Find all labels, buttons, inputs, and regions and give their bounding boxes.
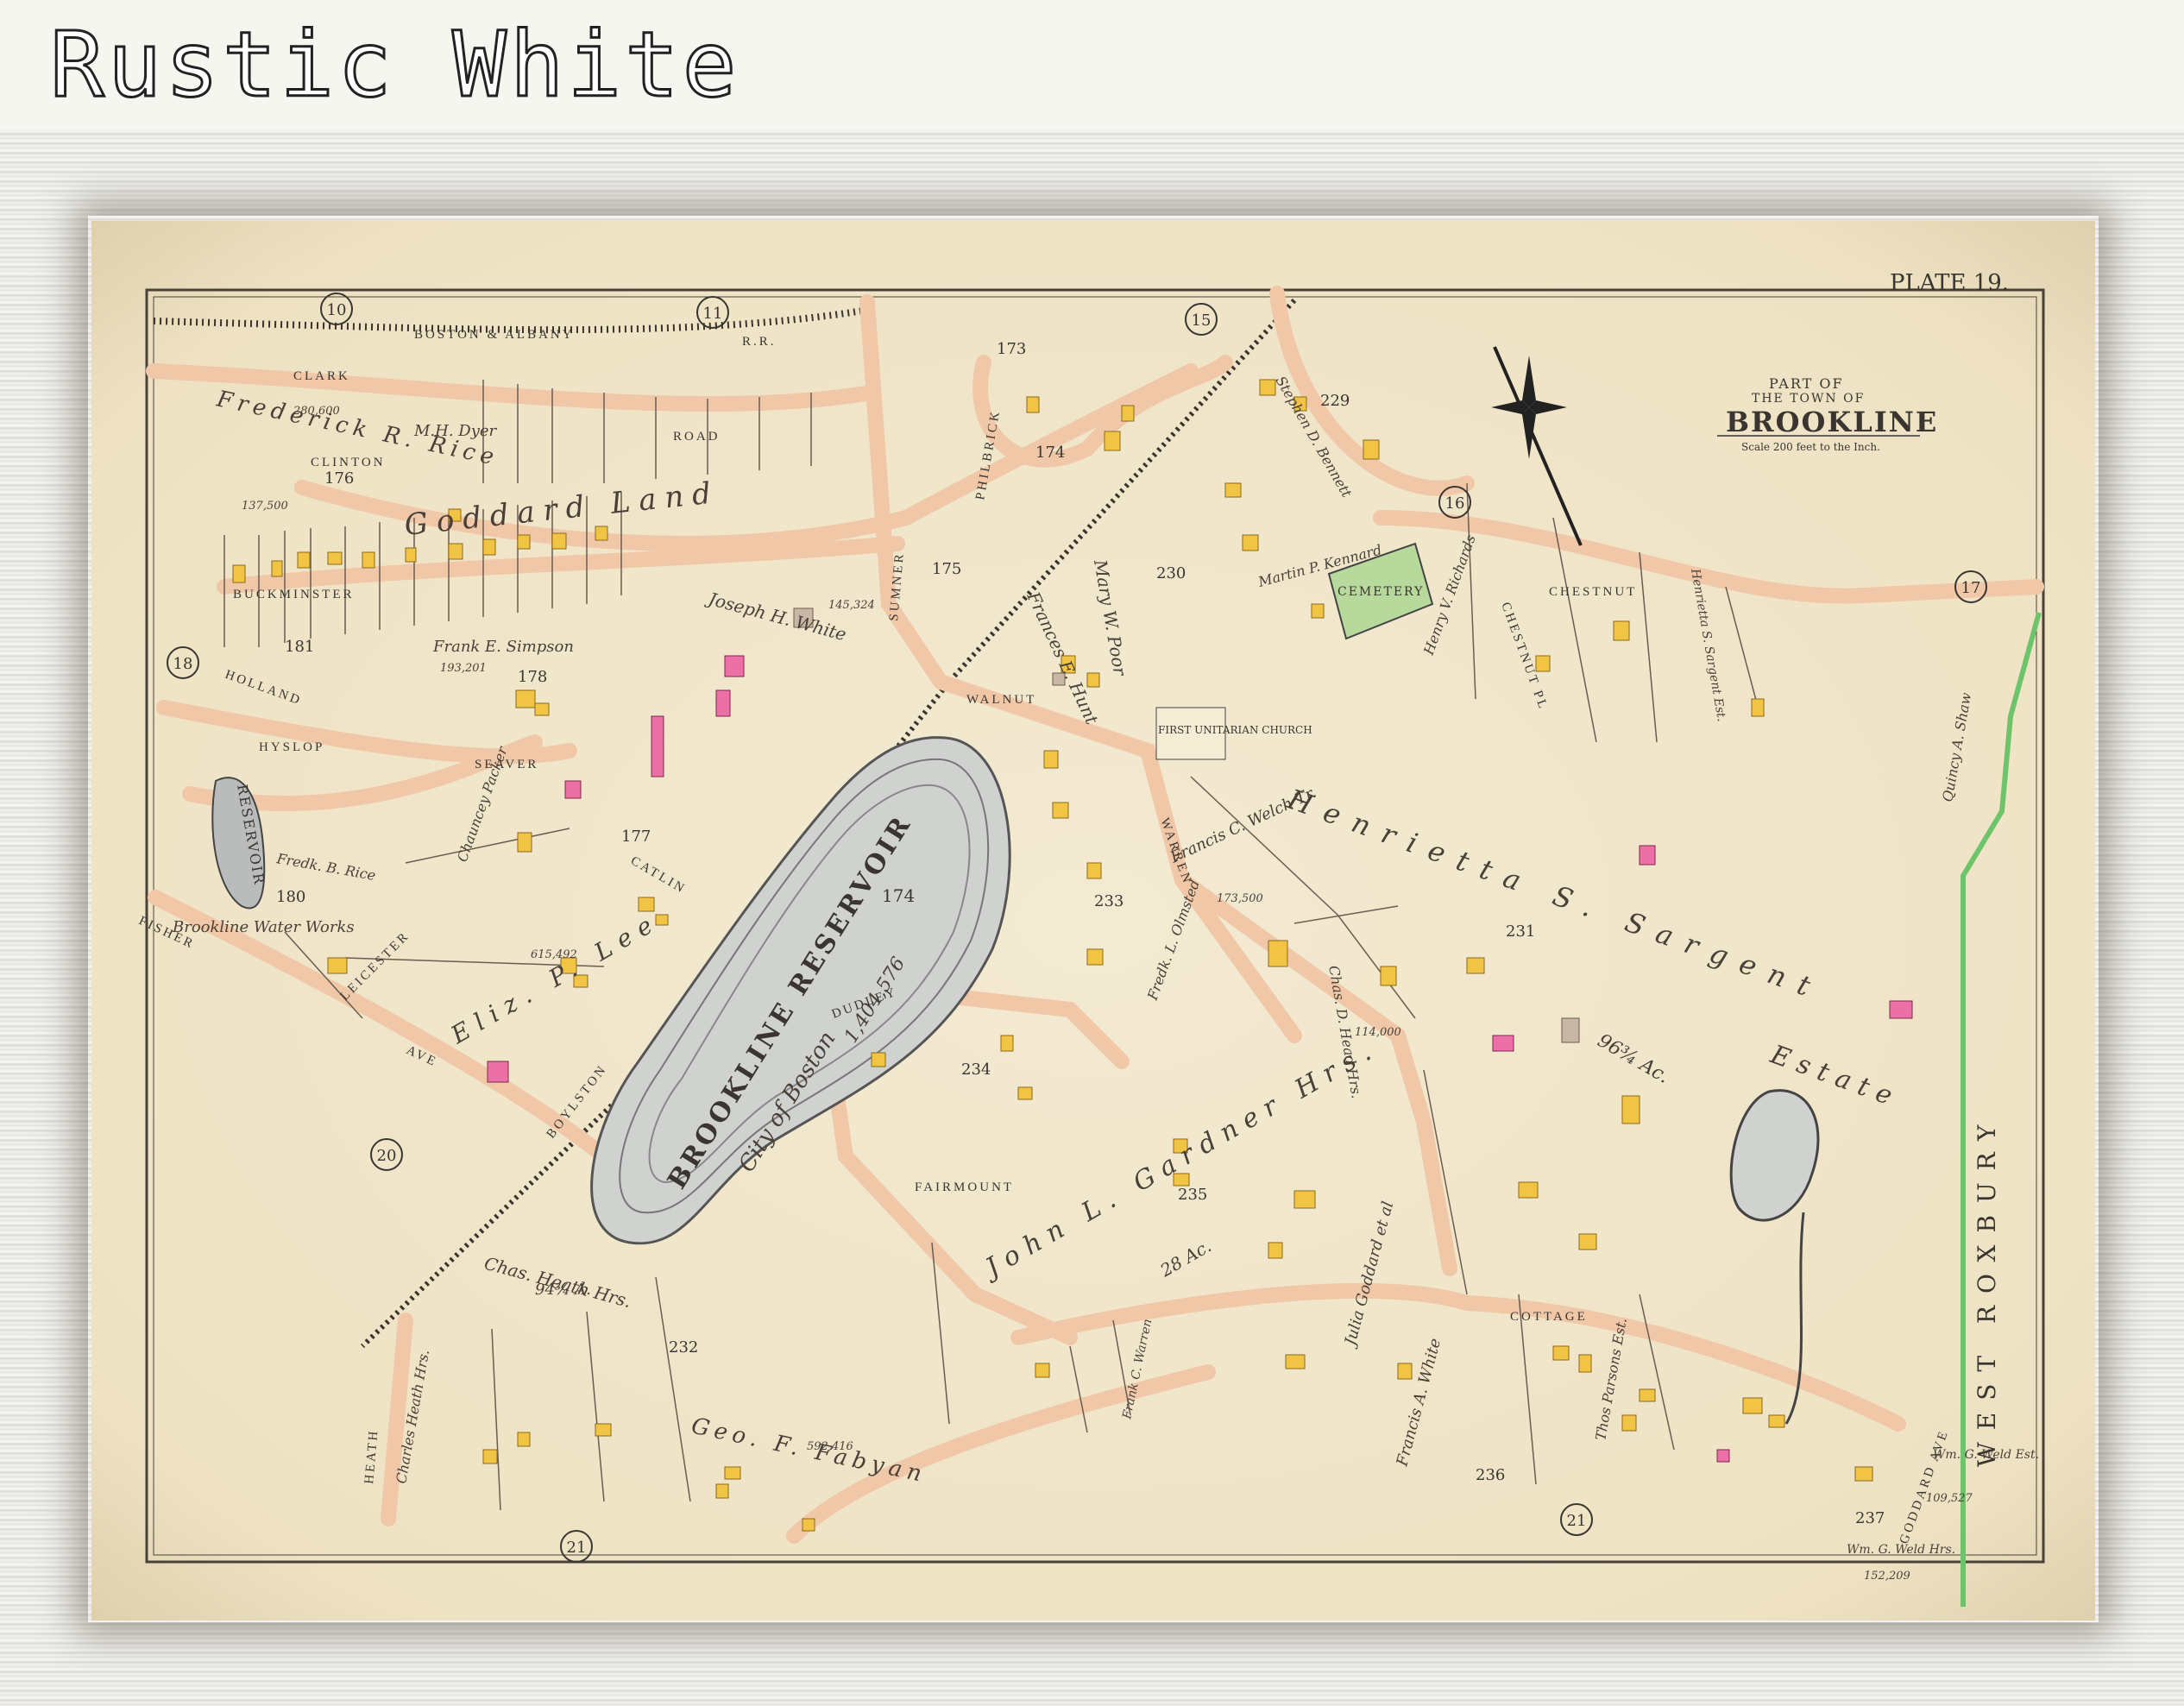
svg-text:234: 234 xyxy=(961,1061,991,1079)
svg-text:174: 174 xyxy=(1035,444,1065,462)
svg-text:94¾ A.: 94¾ A. xyxy=(535,1281,591,1299)
svg-text:173,500: 173,500 xyxy=(1217,892,1263,905)
svg-text:235: 235 xyxy=(1178,1186,1207,1204)
plate-number: PLATE 19. xyxy=(1890,270,2009,296)
svg-text:180: 180 xyxy=(276,888,305,906)
svg-text:175: 175 xyxy=(932,560,961,578)
svg-text:PART OF: PART OF xyxy=(1769,375,1844,392)
svg-text:Wm. G. Weld Est.: Wm. G. Weld Est. xyxy=(1933,1448,2039,1462)
svg-text:231: 231 xyxy=(1506,922,1535,941)
svg-text:232: 232 xyxy=(669,1338,698,1357)
svg-text:ROAD: ROAD xyxy=(673,430,721,444)
svg-text:16: 16 xyxy=(1445,494,1465,513)
svg-text:21: 21 xyxy=(1567,1512,1587,1530)
svg-text:230: 230 xyxy=(1156,564,1186,582)
svg-text:145,324: 145,324 xyxy=(828,599,875,612)
svg-text:109,527: 109,527 xyxy=(1926,1492,1973,1505)
svg-text:233: 233 xyxy=(1094,892,1123,910)
svg-text:11: 11 xyxy=(703,305,723,323)
svg-text:137,500: 137,500 xyxy=(242,500,288,513)
svg-text:176: 176 xyxy=(324,469,354,488)
water-works-label: Brookline Water Works xyxy=(172,918,355,936)
svg-text:FAIRMOUNT: FAIRMOUNT xyxy=(915,1180,1014,1194)
svg-text:178: 178 xyxy=(518,668,547,686)
svg-text:280,600: 280,600 xyxy=(293,405,340,418)
svg-text:17: 17 xyxy=(1961,579,1981,597)
svg-text:CHESTNUT: CHESTNUT xyxy=(1549,585,1637,599)
svg-text:237: 237 xyxy=(1855,1509,1885,1527)
svg-text:18: 18 xyxy=(173,655,193,673)
svg-text:615,492: 615,492 xyxy=(531,948,577,961)
svg-text:173: 173 xyxy=(997,340,1026,358)
svg-text:177: 177 xyxy=(621,828,651,846)
svg-text:152,209: 152,209 xyxy=(1864,1570,1910,1583)
svg-text:236: 236 xyxy=(1476,1466,1505,1484)
church-label: FIRST UNITARIAN CHURCH xyxy=(1158,724,1312,736)
svg-text:114,000: 114,000 xyxy=(1355,1026,1401,1039)
svg-text:CLARK: CLARK xyxy=(293,369,350,383)
svg-text:229: 229 xyxy=(1320,392,1350,410)
lot-232: 174 xyxy=(882,885,915,906)
svg-text:10: 10 xyxy=(327,301,347,319)
svg-text:BUCKMINSTER: BUCKMINSTER xyxy=(233,588,355,601)
svg-text:BROOKLINE: BROOKLINE xyxy=(1726,406,1938,438)
svg-text:21: 21 xyxy=(567,1539,587,1557)
svg-text:M.H. Dyer: M.H. Dyer xyxy=(413,422,498,440)
svg-text:R.R.: R.R. xyxy=(742,335,777,349)
svg-text:Scale 200 feet to the Inch.: Scale 200 feet to the Inch. xyxy=(1741,441,1880,453)
svg-text:193,201: 193,201 xyxy=(440,662,487,675)
svg-text:15: 15 xyxy=(1192,312,1212,330)
svg-text:592,416: 592,416 xyxy=(807,1440,853,1453)
svg-text:CLINTON: CLINTON xyxy=(311,456,386,469)
svg-text:WALNUT: WALNUT xyxy=(966,693,1036,707)
svg-text:20: 20 xyxy=(377,1147,397,1165)
svg-text:THE TOWN OF: THE TOWN OF xyxy=(1752,392,1865,406)
svg-text:HYSLOP: HYSLOP xyxy=(259,740,324,754)
svg-text:COTTAGE: COTTAGE xyxy=(1510,1310,1588,1324)
cemetery-label: CEMETERY xyxy=(1337,585,1424,599)
svg-text:181: 181 xyxy=(285,638,314,656)
west-roxbury-label: WEST ROXBURY xyxy=(1973,1113,2001,1467)
map-plate: PLATE 19. WEST ROXBURY BROOKLINE RESERVO… xyxy=(91,221,2095,1621)
svg-text:Wm. G. Weld Hrs.: Wm. G. Weld Hrs. xyxy=(1847,1543,1955,1557)
svg-text:Frank E. Simpson: Frank E. Simpson xyxy=(432,638,574,656)
svg-text:BOSTON & ALBANY: BOSTON & ALBANY xyxy=(414,328,575,342)
